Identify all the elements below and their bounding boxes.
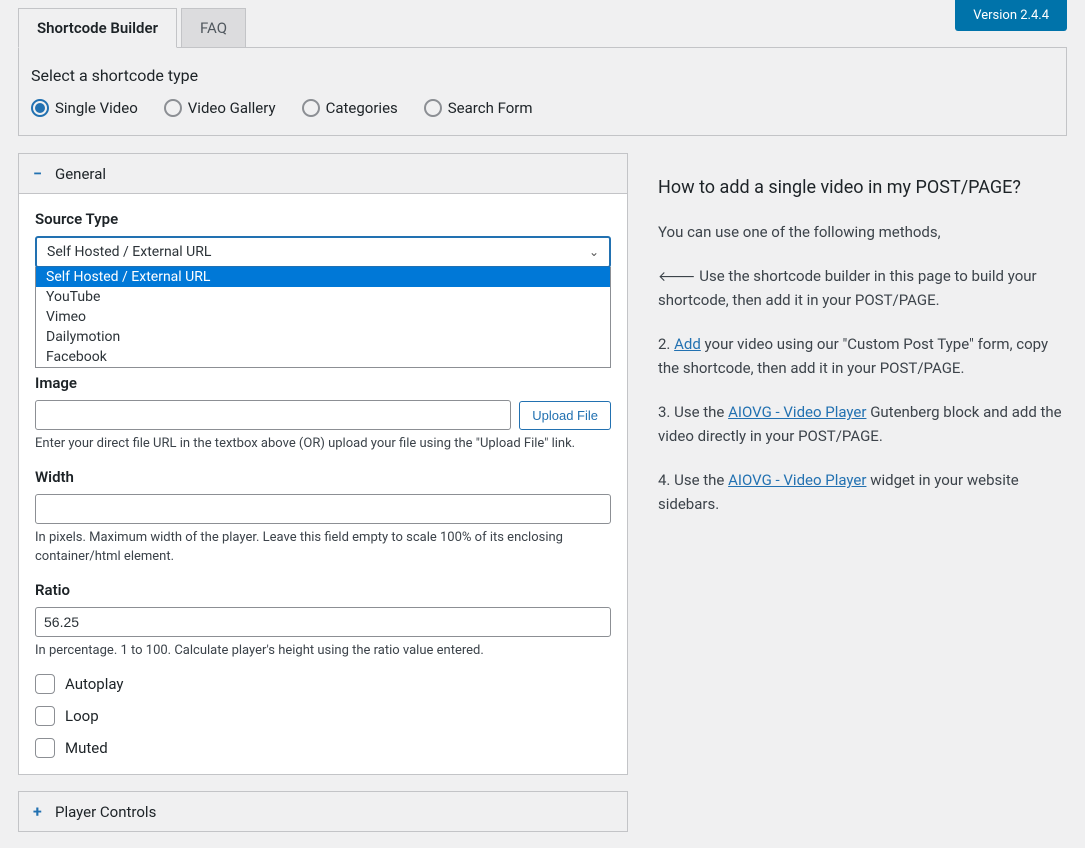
- radio-single-video[interactable]: Single Video: [31, 99, 138, 117]
- checkbox-label: Autoplay: [65, 675, 124, 693]
- radio-icon: [424, 99, 442, 117]
- add-link[interactable]: Add: [674, 335, 701, 353]
- help-method-3: 3. Use the AIOVG - Video Player Gutenber…: [658, 400, 1067, 448]
- shortcode-type-panel: Select a shortcode type Single Video Vid…: [18, 47, 1067, 136]
- type-heading: Select a shortcode type: [31, 66, 1054, 85]
- checkbox-icon: [35, 706, 55, 726]
- help-method-1: 🡐 Use the shortcode builder in this page…: [658, 264, 1067, 312]
- plus-icon: +: [33, 802, 47, 821]
- minus-icon: −: [33, 164, 47, 183]
- autoplay-checkbox[interactable]: Autoplay: [35, 674, 611, 694]
- ratio-label: Ratio: [35, 581, 611, 599]
- source-type-label: Source Type: [35, 210, 611, 228]
- radio-label: Single Video: [55, 99, 138, 117]
- radio-search-form[interactable]: Search Form: [424, 99, 533, 117]
- option-youtube[interactable]: YouTube: [36, 287, 610, 307]
- radio-video-gallery[interactable]: Video Gallery: [164, 99, 276, 117]
- muted-checkbox[interactable]: Muted: [35, 738, 611, 758]
- image-label: Image: [35, 374, 611, 392]
- tabs: Shortcode Builder FAQ: [18, 8, 1085, 48]
- section-title: General: [55, 165, 106, 183]
- width-input[interactable]: [35, 494, 611, 524]
- width-help: In pixels. Maximum width of the player. …: [35, 528, 611, 567]
- help-panel: How to add a single video in my POST/PAG…: [658, 153, 1067, 848]
- width-label: Width: [35, 468, 611, 486]
- source-type-select[interactable]: Self Hosted / External URL ⌄ Self Hosted…: [35, 236, 611, 268]
- radio-label: Search Form: [448, 99, 533, 117]
- loop-checkbox[interactable]: Loop: [35, 706, 611, 726]
- general-header[interactable]: − General: [19, 154, 627, 194]
- image-input[interactable]: [35, 400, 511, 430]
- radio-icon: [164, 99, 182, 117]
- radio-label: Categories: [326, 99, 398, 117]
- option-dailymotion[interactable]: Dailymotion: [36, 327, 610, 347]
- radio-label: Video Gallery: [188, 99, 276, 117]
- help-heading: How to add a single video in my POST/PAG…: [658, 177, 1067, 198]
- upload-file-button[interactable]: Upload File: [519, 401, 611, 430]
- radio-categories[interactable]: Categories: [302, 99, 398, 117]
- checkbox-label: Loop: [65, 707, 99, 725]
- version-badge: Version 2.4.4: [955, 0, 1067, 31]
- widget-link[interactable]: AIOVG - Video Player: [728, 471, 866, 489]
- source-type-dropdown: Self Hosted / External URL YouTube Vimeo…: [35, 267, 611, 368]
- tab-shortcode-builder[interactable]: Shortcode Builder: [18, 8, 177, 48]
- ratio-input[interactable]: [35, 607, 611, 637]
- player-controls-section: + Player Controls: [18, 791, 628, 832]
- player-controls-header[interactable]: + Player Controls: [19, 792, 627, 831]
- tab-faq[interactable]: FAQ: [181, 8, 246, 48]
- ratio-help: In percentage. 1 to 100. Calculate playe…: [35, 641, 611, 661]
- arrow-left-icon: 🡐: [658, 269, 696, 285]
- checkbox-label: Muted: [65, 739, 108, 757]
- option-self-hosted[interactable]: Self Hosted / External URL: [36, 267, 610, 287]
- checkbox-icon: [35, 674, 55, 694]
- option-facebook[interactable]: Facebook: [36, 347, 610, 367]
- help-method-4: 4. Use the AIOVG - Video Player widget i…: [658, 468, 1067, 516]
- section-title: Player Controls: [55, 803, 156, 821]
- radio-icon: [31, 99, 49, 117]
- help-method-2: 2. Add your video using our "Custom Post…: [658, 332, 1067, 380]
- gutenberg-block-link[interactable]: AIOVG - Video Player: [728, 403, 866, 421]
- radio-icon: [302, 99, 320, 117]
- general-section: − General Source Type Self Hosted / Exte…: [18, 153, 628, 775]
- help-intro: You can use one of the following methods…: [658, 220, 1067, 244]
- option-vimeo[interactable]: Vimeo: [36, 307, 610, 327]
- checkbox-icon: [35, 738, 55, 758]
- chevron-down-icon: ⌄: [589, 245, 599, 259]
- select-value: Self Hosted / External URL: [47, 244, 211, 260]
- image-help: Enter your direct file URL in the textbo…: [35, 434, 611, 454]
